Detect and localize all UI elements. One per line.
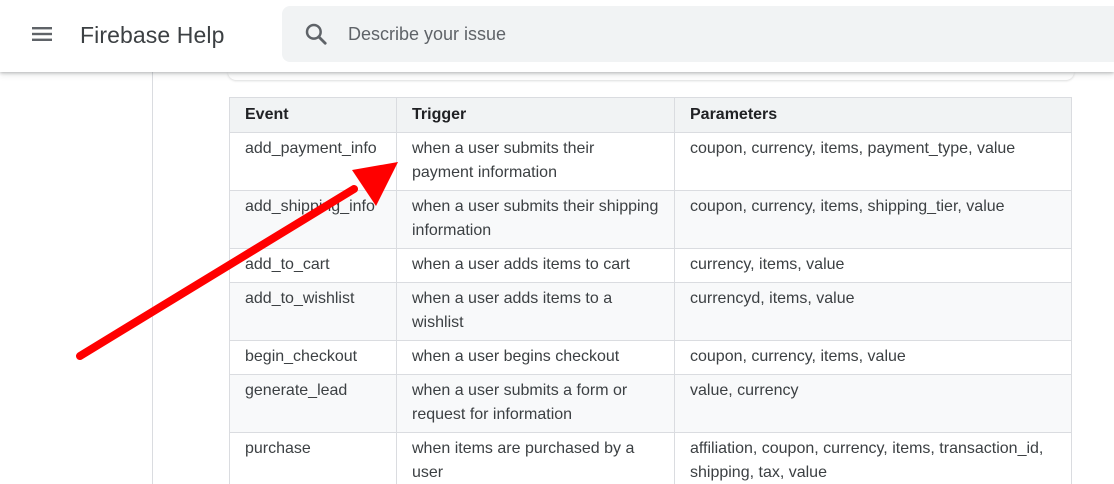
trigger-cell: when a user adds items to a wishlist: [396, 282, 675, 341]
menu-button[interactable]: [20, 12, 64, 56]
events-table: Event Trigger Parameters add_payment_inf…: [229, 97, 1072, 484]
parameters-cell: currencyd, items, value: [674, 282, 1072, 341]
event-cell: purchase: [229, 432, 397, 484]
column-header-event: Event: [229, 97, 397, 133]
search-icon[interactable]: [302, 20, 330, 48]
column-header-trigger: Trigger: [396, 97, 675, 133]
event-cell: begin_checkout: [229, 340, 397, 375]
table-row: add_shipping_info when a user submits th…: [229, 190, 1072, 249]
trigger-cell: when items are purchased by a user: [396, 432, 675, 484]
table-row: add_to_wishlist when a user adds items t…: [229, 282, 1072, 341]
table-row: generate_lead when a user submits a form…: [229, 374, 1072, 433]
parameters-cell: coupon, currency, items, shipping_tier, …: [674, 190, 1072, 249]
event-cell: add_shipping_info: [229, 190, 397, 249]
table-row: purchase when items are purchased by a u…: [229, 432, 1072, 484]
event-cell: add_to_wishlist: [229, 282, 397, 341]
table-row: add_to_cart when a user adds items to ca…: [229, 248, 1072, 283]
parameters-cell: coupon, currency, items, value: [674, 340, 1072, 375]
table-header-row: Event Trigger Parameters: [229, 97, 1072, 133]
event-cell: add_payment_info: [229, 132, 397, 191]
parameters-cell: affiliation, coupon, currency, items, tr…: [674, 432, 1072, 484]
event-cell: add_to_cart: [229, 248, 397, 283]
top-app-bar: Firebase Help: [0, 0, 1114, 72]
table-row: add_payment_info when a user submits the…: [229, 132, 1072, 191]
search-bar[interactable]: [282, 6, 1114, 62]
parameters-cell: value, currency: [674, 374, 1072, 433]
trigger-cell: when a user submits a form or request fo…: [396, 374, 675, 433]
trigger-cell: when a user submits their payment inform…: [396, 132, 675, 191]
table-row: begin_checkout when a user begins checko…: [229, 340, 1072, 375]
trigger-cell: when a user submits their shipping infor…: [396, 190, 675, 249]
menu-icon: [32, 27, 52, 41]
parameters-cell: currency, items, value: [674, 248, 1072, 283]
search-input[interactable]: [348, 16, 1048, 52]
trigger-cell: when a user begins checkout: [396, 340, 675, 375]
event-cell: generate_lead: [229, 374, 397, 433]
sidebar-divider: [152, 72, 153, 484]
app-title[interactable]: Firebase Help: [80, 22, 224, 49]
column-header-parameters: Parameters: [674, 97, 1072, 133]
parameters-cell: coupon, currency, items, payment_type, v…: [674, 132, 1072, 191]
trigger-cell: when a user adds items to cart: [396, 248, 675, 283]
content-card-edge: [228, 72, 1074, 80]
